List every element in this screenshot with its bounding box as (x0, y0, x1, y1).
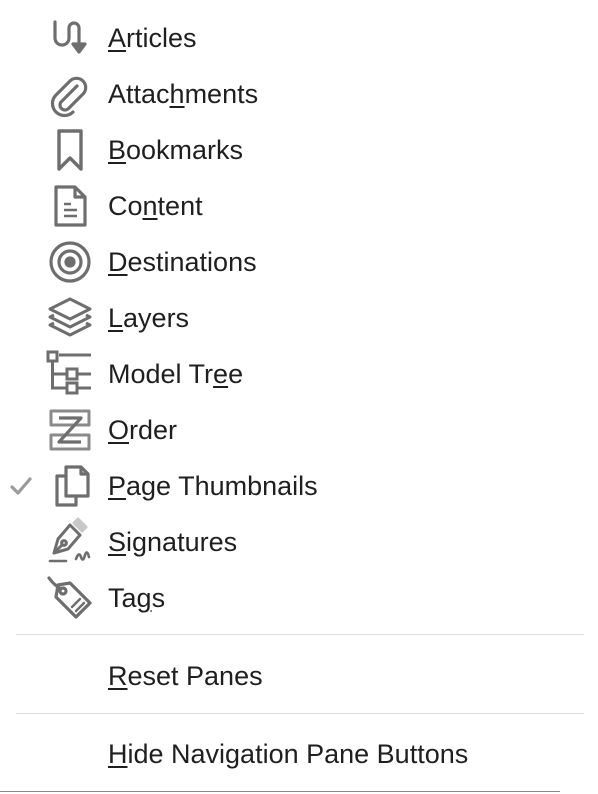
menu-item-page-thumbnails[interactable]: Page Thumbnails (0, 458, 598, 514)
articles-icon (44, 14, 96, 62)
bookmark-icon (44, 126, 96, 174)
menu-item-label: Signatures (108, 527, 238, 557)
menu-item-bookmarks[interactable]: Bookmarks (0, 122, 598, 178)
pages-icon (44, 462, 96, 510)
menu-item-model-tree[interactable]: Model Tree (0, 346, 598, 402)
menu-item-destinations[interactable]: Destinations (0, 234, 598, 290)
tag-icon (44, 574, 96, 622)
menu-item-label: Articles (108, 23, 197, 53)
menu-item-label: Attachments (108, 79, 259, 109)
menu-item-label: Layers (108, 303, 190, 333)
menu-item-label: Model Tree (108, 359, 244, 389)
target-icon (44, 238, 96, 286)
menu-bottom-border (0, 791, 560, 792)
menu-item-label: Bookmarks (108, 135, 244, 165)
menu-item-order[interactable]: Order (0, 402, 598, 458)
menu-separator (16, 713, 584, 714)
menu-item-label: Hide Navigation Pane Buttons (108, 739, 469, 769)
tree-icon (44, 350, 96, 398)
checkmark-icon (8, 473, 34, 499)
document-icon (44, 182, 96, 230)
menu-item-tags[interactable]: Tags (0, 570, 598, 626)
pen-icon (44, 517, 96, 566)
menu-item-attachments[interactable]: Attachments (0, 66, 598, 122)
menu-item-signatures[interactable]: Signatures (0, 514, 598, 570)
menu-item-articles[interactable]: Articles (0, 10, 598, 66)
menu-item-hide-navigation-pane-buttons[interactable]: Hide Navigation Pane Buttons (0, 726, 598, 782)
paperclip-icon (44, 70, 96, 118)
menu-item-layers[interactable]: Layers (0, 290, 598, 346)
menu-item-label: Order (108, 415, 178, 445)
menu-item-label: Content (108, 191, 203, 221)
order-icon (44, 406, 96, 454)
navigation-pane-context-menu: Articles Attachments Bookmarks Content D… (0, 0, 598, 794)
menu-item-label: Reset Panes (108, 661, 263, 691)
menu-item-label: Tags (108, 583, 166, 613)
menu-item-reset-panes[interactable]: Reset Panes (0, 648, 598, 704)
menu-item-content[interactable]: Content (0, 178, 598, 234)
menu-item-label: Destinations (108, 247, 257, 277)
menu-item-label: Page Thumbnails (108, 471, 318, 501)
layers-icon (44, 294, 96, 342)
menu-separator (16, 634, 584, 635)
